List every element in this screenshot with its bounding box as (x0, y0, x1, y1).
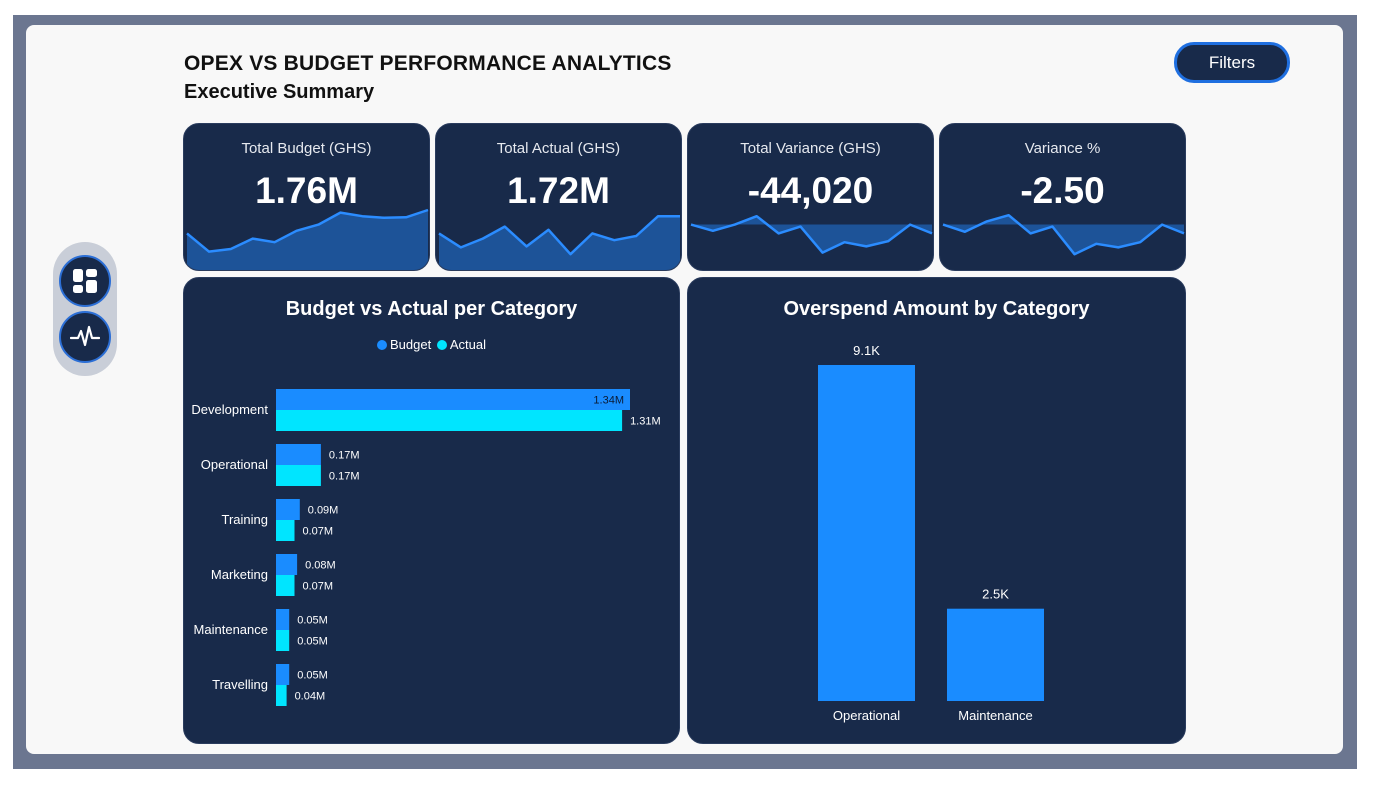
kpi-card-variance-percent: Variance % -2.50 (939, 123, 1186, 271)
category-label: Operational (833, 708, 900, 723)
kpi-label: Total Actual (GHS) (496, 140, 621, 157)
filters-button[interactable]: Filters (1174, 42, 1290, 83)
bar-budget[interactable] (276, 444, 321, 465)
data-label: 0.17M (329, 450, 360, 462)
bar-budget[interactable] (276, 389, 630, 410)
overspend-panel: Overspend Amount by Category 9.1K Operati… (687, 277, 1186, 744)
data-label: 0.09M (308, 505, 339, 517)
kpi-card-total-budget: Total Budget (GHS) 1.76M (183, 123, 430, 271)
data-label: 2.5K (982, 587, 1009, 602)
data-label: 0.05M (297, 636, 328, 648)
kpi-sparkline (690, 214, 933, 254)
overspend-bar[interactable] (818, 365, 915, 701)
kpi-card-total-variance: Total Variance (GHS) -44,020 (687, 123, 934, 271)
bar-actual[interactable] (276, 685, 287, 706)
bar-actual[interactable] (276, 465, 321, 486)
data-label: 1.34M (593, 395, 624, 407)
data-label: 0.07M (302, 581, 333, 593)
bar-actual[interactable] (276, 520, 295, 541)
category-label: Marketing (211, 567, 268, 582)
category-label: Maintenance (194, 622, 268, 637)
nav-pulse-button[interactable] (59, 311, 111, 363)
kpi-sparkline (186, 208, 429, 270)
data-label: 0.08M (305, 560, 336, 572)
data-label: 0.17M (329, 471, 360, 483)
bar-budget[interactable] (276, 664, 290, 685)
bar-actual[interactable] (276, 630, 290, 651)
bar-budget[interactable] (276, 554, 298, 575)
overspend-bar[interactable] (947, 608, 1044, 701)
nav-rail (53, 242, 117, 376)
kpi-sparkline (438, 214, 680, 270)
kpi-label: Total Budget (GHS) (241, 140, 372, 157)
bar-budget[interactable] (276, 609, 290, 630)
bar-budget[interactable] (276, 499, 300, 520)
data-label: 1.31M (630, 416, 661, 428)
data-label: 0.05M (297, 670, 328, 682)
nav-dashboard-button[interactable] (59, 255, 111, 307)
data-label: 0.05M (297, 615, 328, 627)
data-label: 0.04M (295, 691, 326, 703)
category-label: Travelling (212, 677, 268, 692)
category-label: Development (191, 402, 268, 417)
bar-actual[interactable] (276, 575, 295, 596)
kpi-sparkline (942, 213, 1185, 256)
dashboard-grid-icon (73, 269, 97, 293)
kpi-card-total-actual: Total Actual (GHS) 1.72M (435, 123, 682, 271)
data-label: 9.1K (853, 343, 880, 358)
page-subtitle: Executive Summary (184, 81, 375, 103)
category-label: Maintenance (958, 708, 1032, 723)
budget-vs-actual-panel: Budget vs Actual per Category Budget Act… (183, 277, 680, 744)
data-label: 0.07M (302, 526, 333, 538)
kpi-label: Variance % (1024, 140, 1101, 157)
category-label: Training (222, 512, 268, 527)
budget-vs-actual-chart: Development 1.34M 1.31M Operational 0.17M 0.1… (191, 389, 661, 706)
category-label: Operational (201, 457, 268, 472)
overspend-chart: 9.1K Operational 2.5K Maintenance (818, 343, 1044, 723)
bar-actual[interactable] (276, 410, 623, 431)
page-title: OPEX VS BUDGET PERFORMANCE ANALYTICS (184, 52, 672, 75)
pulse-activity-icon (70, 325, 100, 347)
sparkline-area (187, 210, 428, 270)
kpi-label: Total Variance (GHS) (740, 140, 881, 157)
